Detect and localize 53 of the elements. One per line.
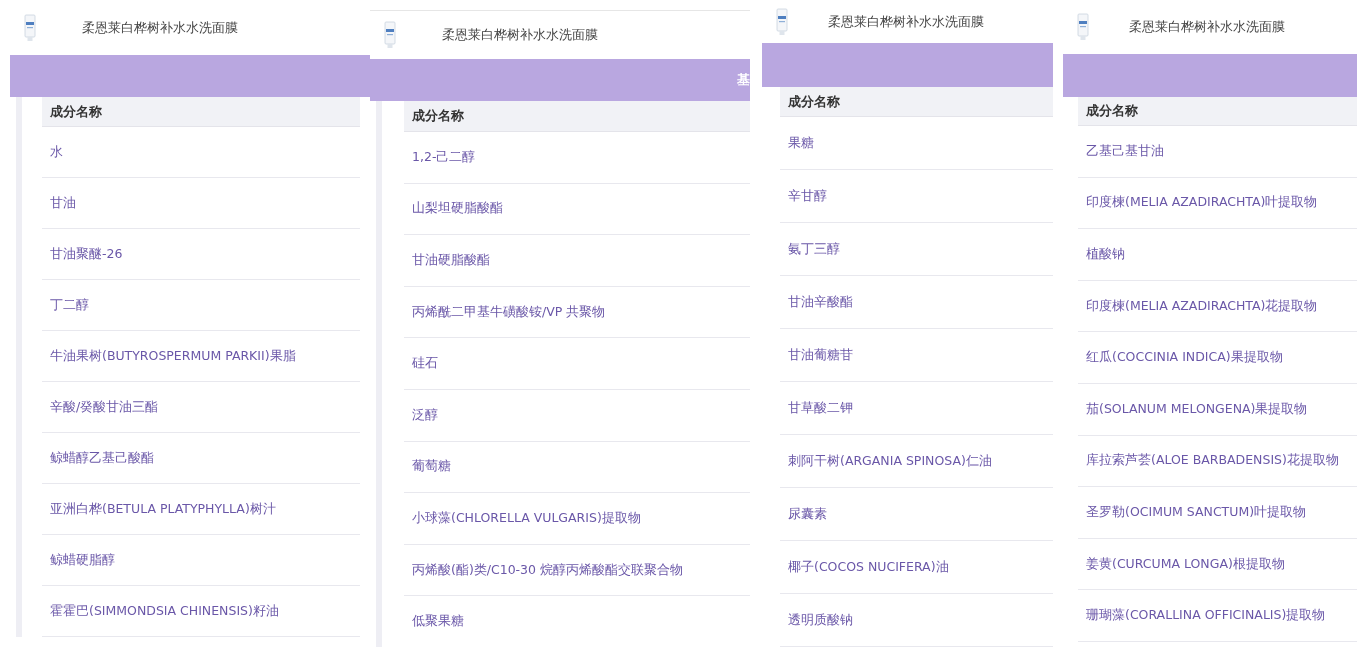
column-header: 成分名称 (404, 101, 750, 132)
product-title: 柔恩莱白桦树补水水洗面膜 (82, 18, 238, 37)
ingredient-cell: 植酸钠 (1078, 229, 1357, 281)
ingredient-cell: 亚洲白桦(BETULA PLATYPHYLLA)树汁 (42, 484, 360, 535)
ingredient-cell: 丙烯酰二甲基牛磺酸铵/VP 共聚物 (404, 286, 750, 339)
ingredient-cell: 红瓜(COCCINIA INDICA)果提取物 (1078, 332, 1357, 384)
ingredient-cell: 透明质酸钠 (780, 594, 1053, 647)
ingredient-cell: 甘油硬脂酸酯 (404, 235, 750, 287)
ingredient-cell: 丁二醇 (42, 280, 360, 331)
ingredient-cell: 姜黄(CURCUMA LONGA)根提取物 (1078, 538, 1357, 591)
ingredient-cell: 印度楝(MELIA AZADIRACHTA)叶提取物 (1078, 177, 1357, 230)
ingredient-cell: 硅石 (404, 338, 750, 390)
ingredient-cell: 甘油聚醚-26 (42, 229, 360, 280)
column-header: 成分名称 (1078, 97, 1357, 126)
product-title: 柔恩莱白桦树补水水洗面膜 (828, 12, 984, 31)
ingredient-cell: 丙烯酸(酯)类/C10-30 烷醇丙烯酸酯交联聚合物 (404, 544, 750, 597)
product-title: 柔恩莱白桦树补水水洗面膜 (442, 26, 598, 44)
ingredient-cell: 鲸蜡醇乙基己酸酯 (42, 433, 360, 484)
ingredient-cell: 霍霍巴(SIMMONDSIA CHINENSIS)籽油 (42, 586, 360, 637)
ingredient-cell: 泛醇 (404, 389, 750, 442)
ingredient-cell: 低聚果糖 (404, 596, 750, 647)
ingredient-cell: 茄(SOLANUM MELONGENA)果提取物 (1078, 383, 1357, 436)
ingredient-cell: 1,2-己二醇 (404, 132, 750, 184)
ingredient-cell: 乙基己基甘油 (1078, 126, 1357, 178)
ingredient-cell: 牛油果树(BUTYROSPERMUM PARKII)果脂 (42, 331, 360, 382)
ingredient-cell: 尿囊素 (780, 488, 1053, 541)
ingredient-cell: 甘草酸二钾 (780, 382, 1053, 435)
ingredient-cell: 甘油 (42, 178, 360, 229)
ingredient-cell: 水 (42, 127, 360, 178)
ingredient-cell: 小球藻(CHLORELLA VULGARIS)提取物 (404, 493, 750, 545)
ingredient-cell: 珊瑚藻(CORALLINA OFFICINALIS)提取物 (1078, 590, 1357, 642)
ingredient-cell: 氨丁三醇 (780, 223, 1053, 276)
ingredient-cell: 印度楝(MELIA AZADIRACHTA)花提取物 (1078, 280, 1357, 333)
ingredient-cell: 圣罗勒(OCIMUM SANCTUM)叶提取物 (1078, 487, 1357, 539)
product-title: 柔恩莱白桦树补水水洗面膜 (1129, 18, 1285, 36)
ingredient-cell: 椰子(COCOS NUCIFERA)油 (780, 541, 1053, 594)
ingredient-cell: 库拉索芦荟(ALOE BARBADENSIS)花提取物 (1078, 435, 1357, 488)
product-tube-icon (24, 13, 36, 42)
ingredient-cell: 山梨坦硬脂酸酯 (404, 183, 750, 236)
product-tube-icon (776, 7, 788, 36)
ingredient-cell: 辛酸/癸酸甘油三酯 (42, 382, 360, 433)
ingredient-cell: 葡萄糖 (404, 441, 750, 494)
ingredient-cell: 果糖 (780, 117, 1053, 170)
ingredient-cell: 甘油葡糖苷 (780, 329, 1053, 382)
column-header: 成分名称 (780, 87, 1053, 117)
ingredient-cell: 甘油辛酸酯 (780, 276, 1053, 329)
banner-text: 基 (737, 71, 750, 89)
column-header: 成分名称 (42, 97, 360, 127)
ingredient-cell: 刺阿干树(ARGANIA SPINOSA)仁油 (780, 435, 1053, 488)
ingredient-cell: 辛甘醇 (780, 170, 1053, 223)
product-tube-icon (384, 21, 396, 49)
product-tube-icon (1077, 13, 1089, 41)
ingredient-cell: 鲸蜡硬脂醇 (42, 535, 360, 586)
